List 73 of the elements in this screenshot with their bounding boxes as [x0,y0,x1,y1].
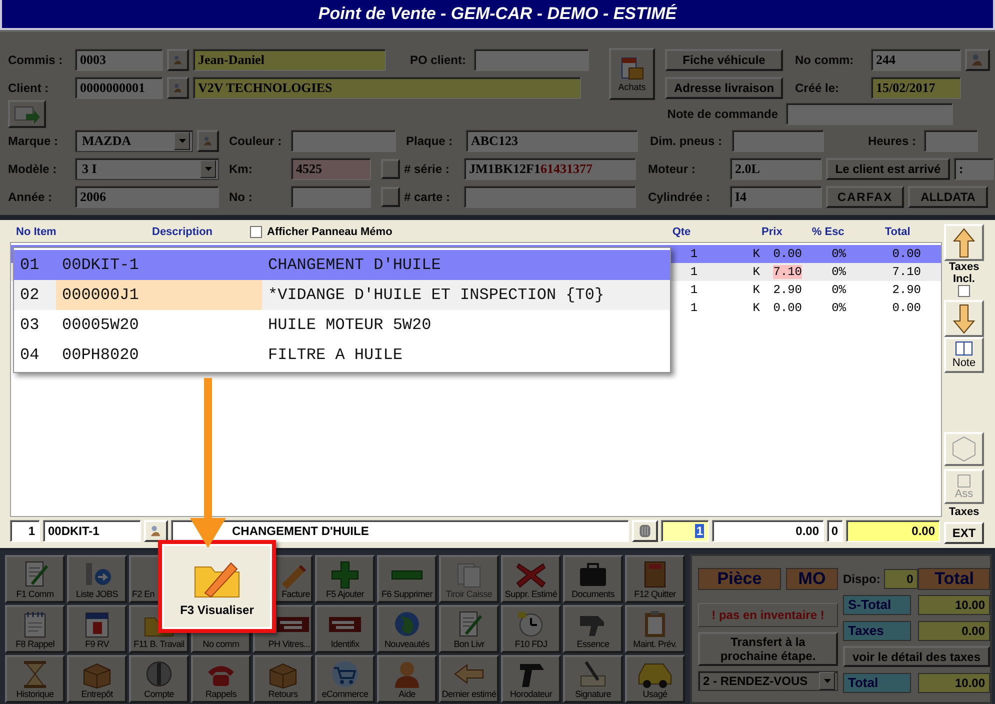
field-label: Créé le: [795,81,840,95]
table-cell-text: 7.10 [891,265,921,279]
window-title: Point de Vente - GEM-CAR - DEMO - ESTIMÉ [318,4,677,24]
field-label: Note de commande [667,107,779,121]
item-code: 00DKIT-1 [61,255,140,276]
field-label: Dispo: [843,572,882,586]
column-header: Total [884,226,910,238]
item-description: FILTRE A HUILE [267,345,404,366]
table-cell-text: 1 [689,265,699,279]
total-label: Taxes [843,620,911,640]
column-header: Prix [760,226,782,238]
field-label: Commis : [8,53,64,67]
field-label: Km: [229,162,254,176]
column-header: % Esc [810,226,844,238]
parts-header: Pièce [698,568,781,590]
table-cell-text: 0% [830,301,846,315]
item-code: 00PH8020 [61,345,140,366]
item-number: 02 [19,285,40,306]
table-cell-text: 2.90 [891,283,921,297]
checkbox-label: Afficher Panneau Mémo [267,226,392,238]
table-cell-text: K [752,247,760,261]
table-cell-text: 1 [689,247,699,261]
amount-field: 0.00 [918,620,990,640]
table-cell-text: 0.00 [891,247,921,261]
table-cell-text: 0.00 [772,247,802,261]
field-label: No comm: [795,53,855,67]
field-label: Cylindrée : [648,190,712,204]
field-label: Année : [8,190,54,204]
column-header: Description [152,226,214,238]
item-description: CHANGEMENT D'HUILE [267,255,442,276]
total-label: S-Total [843,594,911,614]
item-description: HUILE MOTEUR 5W20 [267,315,432,336]
field-label: # carte : [404,190,452,204]
taxes-included-label: Taxes Incl. [948,261,980,285]
amount-field: 10.00 [918,594,990,614]
field-label: Moteur : [648,162,696,176]
item-description: *VIDANGE D'HUILE ET INSPECTION {T0} [267,285,606,306]
field-label: Dim. pneus : [650,134,724,148]
item-number: 04 [19,345,40,366]
field-label: # série : [404,162,450,176]
table-cell-text: K [752,301,760,315]
stock-field: 0 [884,568,918,588]
table-cell-text: 0.00 [891,301,921,315]
field-label: Heures : [866,134,917,148]
column-header: No Item [16,226,58,238]
total-header: Total [918,568,990,590]
table-cell-text: 0% [830,265,846,279]
column-header: Qte [672,226,692,238]
table-cell-text: 0% [830,283,846,297]
item-code: 000000J1 [56,280,262,310]
table-cell-text: 0.00 [772,301,802,315]
field-label: Couleur : [229,134,283,148]
table-cell: 7.10 [773,265,802,279]
table-cell-text: 0% [830,247,846,261]
item-number: 03 [19,315,40,336]
field-label: Marque : [8,134,60,148]
field-label: Plaque : [406,134,454,148]
field-label: Client : [8,81,50,95]
taxes-label: Taxes [948,506,980,518]
total-label: Total [843,672,911,692]
item-code: 00005W20 [61,315,140,336]
table-cell-text: 1 [689,283,699,297]
table-cell-text: 1 [689,301,699,315]
field-label: PO client: [408,53,467,67]
table-cell-text: 2.90 [772,283,802,297]
field-label: No : [229,190,254,204]
table-cell-text: K [752,283,760,297]
labour-header: MO [786,568,838,590]
field-label: Modèle : [8,162,58,176]
amount-field: 10.00 [918,672,990,692]
item-number: 01 [19,255,40,276]
table-cell-text: K [752,265,760,279]
inventory-warning: ! pas en inventaire ! [698,603,838,627]
